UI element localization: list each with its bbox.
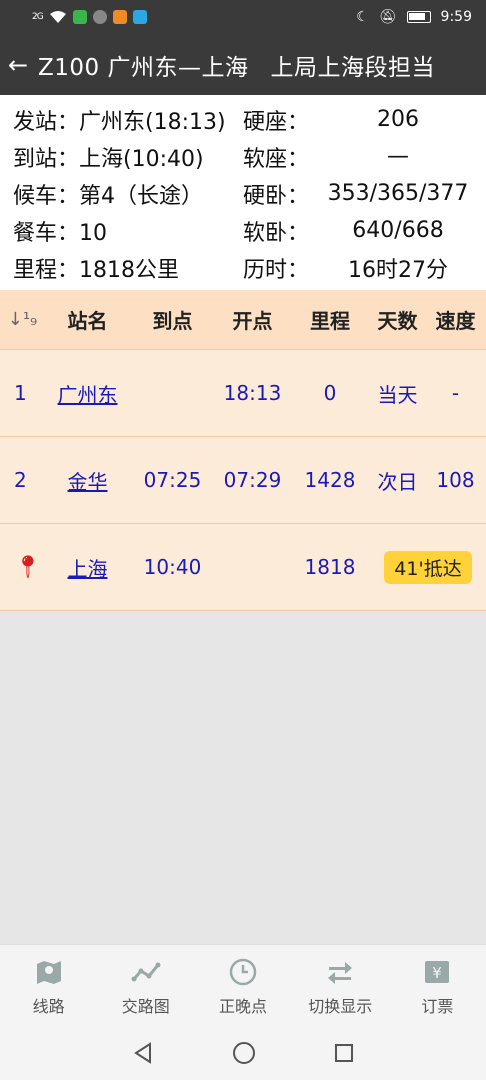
bottom-nav: 线路 交路图 正晚点 切换显示 ¥ 订票	[0, 944, 486, 1026]
ticket-icon: ¥	[422, 957, 452, 987]
station-link[interactable]: 金华	[45, 466, 130, 495]
row-index: 2	[14, 468, 27, 492]
clock-icon	[228, 957, 258, 987]
location-pin-icon: 📍︎	[14, 554, 42, 580]
info-label: 硬卧：	[243, 183, 310, 209]
info-value: —	[387, 144, 409, 169]
row-km: 0	[323, 381, 337, 405]
system-nav-bar	[0, 1026, 486, 1080]
status-bar: 2G ☾ 🔕︎ 9:59	[0, 0, 486, 34]
station-link[interactable]: 上海	[45, 553, 130, 582]
row-arrive: 07:25	[143, 468, 202, 492]
nav-label: 交路图	[121, 997, 170, 1016]
train-number: Z100	[38, 54, 100, 81]
info-row: 到站：上海(10:40) 软座： —	[13, 138, 486, 175]
sort-icon[interactable]: ↓¹₉	[0, 309, 45, 330]
nav-label: 线路	[32, 997, 65, 1016]
nav-item-swap[interactable]: 切换显示	[292, 945, 389, 1026]
header-km[interactable]: 里程	[290, 305, 370, 334]
info-label: 历时：	[243, 257, 310, 283]
header-day[interactable]: 天数	[370, 305, 425, 334]
signal-indicator: 2G	[32, 12, 44, 22]
app-notification-icon	[112, 10, 127, 24]
info-label: 硬座：	[243, 109, 310, 135]
info-label: 软卧：	[243, 220, 310, 246]
row-speed: -	[451, 381, 460, 405]
header-speed[interactable]: 速度	[425, 305, 486, 334]
route-graph-icon	[131, 957, 161, 987]
row-depart: 07:29	[223, 468, 282, 492]
top-bar: 2G ☾ 🔕︎ 9:59 ← Z100 广州东—上海 上局上海段担当	[0, 0, 486, 95]
train-route: 广州东—上海	[107, 54, 249, 81]
info-row: 餐车：10 软卧： 640/668	[13, 212, 486, 249]
schedule-table: ↓¹₉ 站名 到点 开点 里程 天数 速度 1 广州东 18:13 0 当天 - 2 金华 07…	[0, 290, 486, 611]
info-value: 640/668	[352, 218, 444, 243]
back-triangle-icon[interactable]	[132, 1042, 154, 1064]
table-header: ↓¹₉ 站名 到点 开点 里程 天数 速度	[0, 290, 486, 350]
page-title: Z100 广州东—上海 上局上海段担当	[38, 48, 435, 82]
title-bar: ← Z100 广州东—上海 上局上海段担当	[0, 34, 486, 95]
row-speed: 108	[436, 468, 475, 492]
table-row[interactable]: 1 广州东 18:13 0 当天 -	[0, 350, 486, 437]
row-day: 当天	[377, 382, 418, 407]
train-bureau: 上局上海段担当	[270, 54, 435, 81]
nav-item-ticket[interactable]: ¥ 订票	[389, 945, 486, 1026]
nav-item-clock[interactable]: 正晚点	[194, 945, 291, 1026]
info-value: 353/365/377	[327, 181, 469, 206]
station-link[interactable]: 广州东	[45, 379, 130, 408]
arrow-left-icon[interactable]: ←	[8, 51, 38, 79]
map-icon	[34, 957, 64, 987]
info-row: 发站：广州东(18:13) 硬座： 206	[13, 101, 486, 138]
table-row[interactable]: 2 金华 07:25 07:29 1428 次日 108	[0, 437, 486, 524]
mute-bell-icon: 🔕︎	[378, 9, 397, 25]
nav-label: 订票	[421, 997, 454, 1016]
app-notification-icon	[92, 10, 107, 24]
table-row[interactable]: 📍︎ 上海 10:40 1818 41'抵达	[0, 524, 486, 611]
arrival-badge-cell: 41'抵达	[370, 550, 486, 584]
info-row: 候车：第4（长途） 硬卧： 353/365/377	[13, 175, 486, 212]
home-circle-icon[interactable]	[232, 1041, 256, 1065]
row-index: 1	[14, 381, 27, 405]
info-origin: 发站：广州东(18:13)	[13, 109, 226, 135]
nav-label: 正晚点	[219, 997, 268, 1016]
row-day: 次日	[377, 469, 418, 494]
info-origin: 到站：上海(10:40)	[13, 146, 204, 172]
app-notification-icon	[72, 10, 87, 24]
row-arrive: 10:40	[143, 555, 202, 579]
nav-item-route-graph[interactable]: 交路图	[97, 945, 194, 1026]
swap-icon	[325, 957, 355, 987]
app-notification-icon	[132, 10, 147, 24]
nav-label: 切换显示	[308, 997, 373, 1016]
clock-time: 9:59	[440, 9, 472, 25]
nav-item-map[interactable]: 线路	[0, 945, 97, 1026]
row-km: 1818	[304, 555, 356, 579]
info-value: 206	[377, 107, 419, 132]
info-origin: 候车：第4（长途）	[13, 183, 204, 209]
row-depart: 18:13	[223, 381, 282, 405]
info-value: 16时27分	[348, 257, 448, 283]
train-info-panel: 发站：广州东(18:13) 硬座： 206 到站：上海(10:40) 软座： — 候车：第4…	[0, 95, 486, 290]
header-depart[interactable]: 开点	[215, 305, 290, 334]
header-station[interactable]: 站名	[45, 305, 130, 334]
info-label: 软座：	[243, 146, 310, 172]
moon-icon: ☾	[356, 9, 369, 25]
battery-icon	[406, 11, 431, 23]
info-row: 里程：1818公里 历时： 16时27分	[13, 249, 486, 286]
arrival-badge: 41'抵达	[384, 550, 472, 584]
wifi-icon	[49, 11, 66, 23]
info-origin: 里程：1818公里	[13, 257, 180, 283]
svg-text:¥: ¥	[433, 964, 443, 982]
recents-square-icon[interactable]	[334, 1043, 354, 1063]
row-km: 1428	[304, 468, 356, 492]
header-arrive[interactable]: 到点	[130, 305, 215, 334]
info-origin: 餐车：10	[13, 220, 108, 246]
